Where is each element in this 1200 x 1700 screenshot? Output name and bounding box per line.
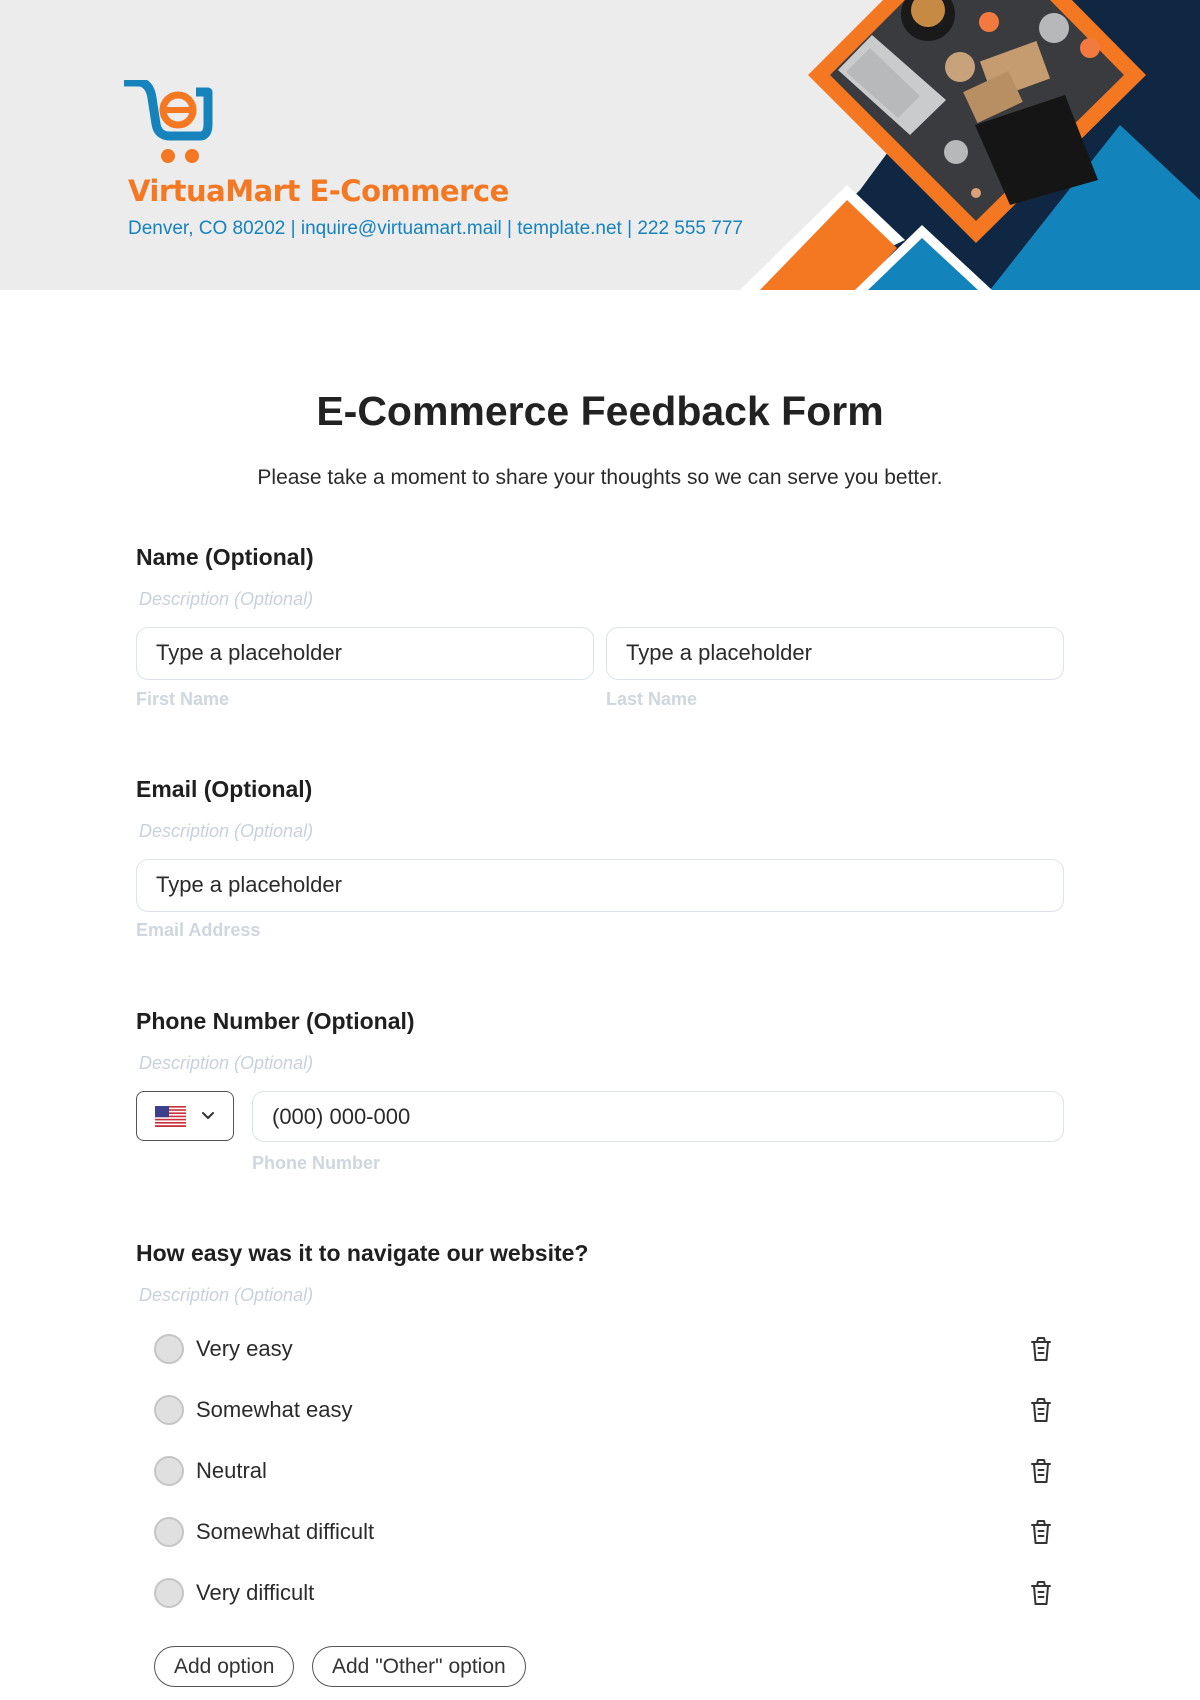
us-flag-icon <box>155 1106 186 1127</box>
phone-number-input[interactable]: (000) 000-000 <box>252 1091 1064 1142</box>
radio-option[interactable]: Very easy <box>152 1330 1056 1370</box>
radio-option[interactable]: Neutral <box>152 1452 1056 1492</box>
trash-icon[interactable] <box>1026 1395 1056 1425</box>
email-field-description[interactable]: Description (Optional) <box>139 821 313 842</box>
navigation-question-label: How easy was it to navigate our website? <box>136 1240 589 1266</box>
last-name-input[interactable]: Type a placeholder <box>606 627 1064 680</box>
trash-icon[interactable] <box>1026 1578 1056 1608</box>
phone-field-description[interactable]: Description (Optional) <box>139 1053 313 1074</box>
radio-option[interactable]: Somewhat difficult <box>152 1513 1056 1553</box>
first-name-sublabel: First Name <box>136 689 230 709</box>
radio-button[interactable] <box>154 1334 184 1364</box>
chevron-down-icon <box>202 1112 214 1119</box>
virtuamart-cart-logo <box>124 80 213 163</box>
trash-icon[interactable] <box>1026 1517 1056 1547</box>
add-other-option-button[interactable]: Add "Other" option <box>312 1646 526 1687</box>
add-option-button[interactable]: Add option <box>154 1646 295 1687</box>
last-name-sublabel: Last Name <box>606 689 698 709</box>
form-subtitle: Please take a moment to share your thoug… <box>257 466 943 489</box>
radio-option[interactable]: Somewhat easy <box>152 1391 1056 1431</box>
radio-button[interactable] <box>154 1517 184 1547</box>
phone-number-sublabel: Phone Number <box>252 1153 381 1173</box>
option-label: Somewhat easy <box>196 1397 353 1422</box>
brand-name: VirtuaMart E-Commerce <box>128 174 509 208</box>
option-label: Very easy <box>196 1336 293 1361</box>
brand-contact-info: Denver, CO 80202 | inquire@virtuamart.ma… <box>128 218 743 239</box>
letterhead-header: VirtuaMart E-Commerce Denver, CO 80202 |… <box>0 0 1200 290</box>
radio-button[interactable] <box>154 1395 184 1425</box>
radio-option[interactable]: Very difficult <box>152 1574 1056 1614</box>
email-sublabel: Email Address <box>136 920 261 940</box>
name-field-description[interactable]: Description (Optional) <box>139 589 313 610</box>
email-field-label: Email (Optional) <box>136 776 313 802</box>
email-input[interactable]: Type a placeholder <box>136 859 1064 912</box>
option-label: Neutral <box>196 1458 267 1483</box>
radio-button[interactable] <box>154 1456 184 1486</box>
phone-field-label: Phone Number (Optional) <box>136 1008 415 1034</box>
trash-icon[interactable] <box>1026 1334 1056 1364</box>
option-label: Very difficult <box>196 1580 315 1605</box>
trash-icon[interactable] <box>1026 1456 1056 1486</box>
navigation-question-description[interactable]: Description (Optional) <box>139 1285 313 1306</box>
form-title: E-Commerce Feedback Form <box>316 388 884 434</box>
name-field-label: Name (Optional) <box>136 544 314 570</box>
first-name-input[interactable]: Type a placeholder <box>136 627 594 680</box>
option-label: Somewhat difficult <box>196 1519 375 1544</box>
country-code-select[interactable] <box>136 1091 234 1141</box>
radio-button[interactable] <box>154 1578 184 1608</box>
